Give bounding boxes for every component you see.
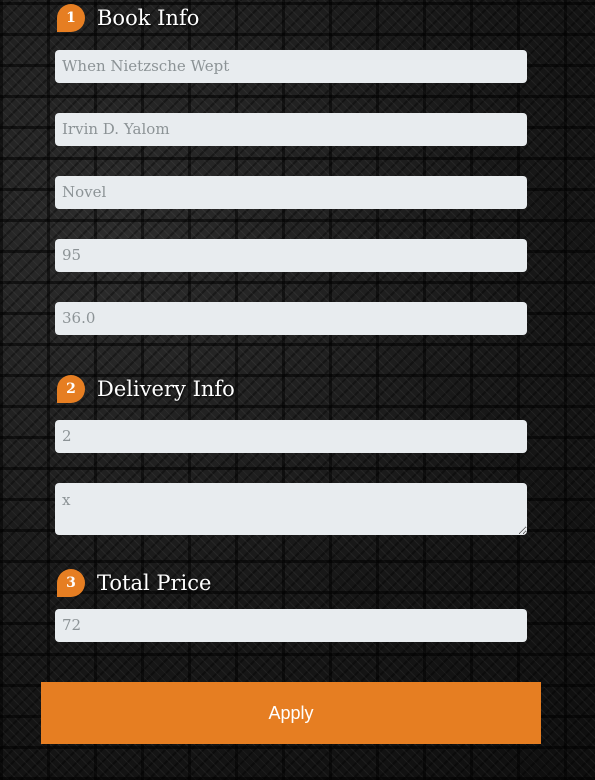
- step-badge-3: 3: [57, 569, 85, 597]
- section-book-info-header: 1 Book Info: [57, 3, 199, 33]
- step-badge-2: 2: [57, 375, 85, 403]
- book-title-input[interactable]: [55, 50, 527, 83]
- delivery-input[interactable]: [55, 420, 527, 453]
- section-title-total-price: Total Price: [97, 571, 212, 595]
- section-delivery-info-header: 2 Delivery Info: [57, 374, 235, 404]
- apply-button[interactable]: Apply: [41, 682, 541, 744]
- step-badge-1: 1: [57, 4, 85, 32]
- book-genre-input[interactable]: [55, 176, 527, 209]
- section-total-price-header: 3 Total Price: [57, 568, 211, 598]
- book-author-input[interactable]: [55, 113, 527, 146]
- section-title-book-info: Book Info: [97, 6, 200, 30]
- total-price-input[interactable]: [55, 609, 527, 642]
- book-price-input[interactable]: [55, 302, 527, 335]
- section-title-delivery-info: Delivery Info: [97, 377, 235, 401]
- delivery-address-textarea[interactable]: x: [55, 483, 527, 535]
- book-quantity-input[interactable]: [55, 239, 527, 272]
